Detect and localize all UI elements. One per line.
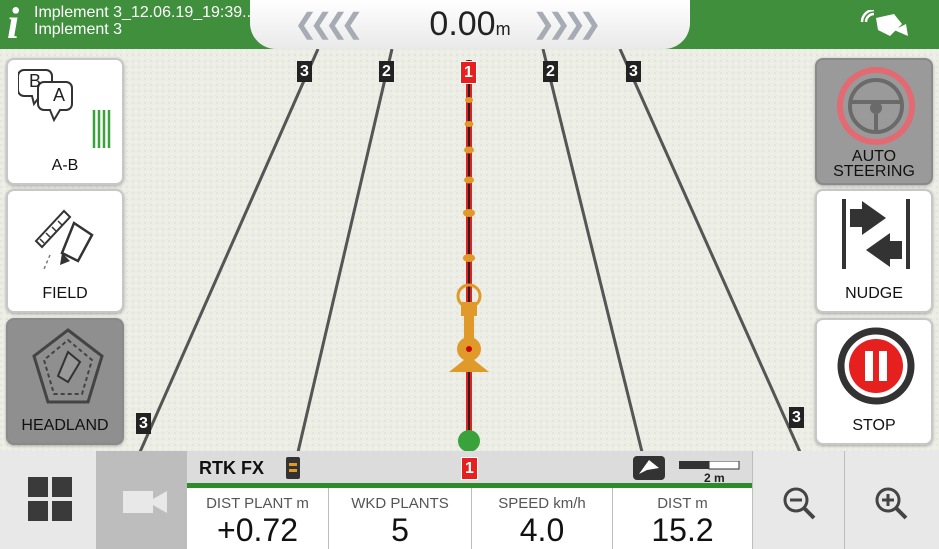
metric-value: 15.2 — [651, 512, 714, 548]
ab-label: A-B — [51, 157, 79, 174]
line-badge-center: 1 — [460, 61, 477, 84]
nudge-arrows-icon — [842, 199, 910, 269]
ab-badge-b: B — [29, 71, 42, 91]
line-badge-bottom-center: 1 — [461, 457, 478, 480]
map-orientation-icon[interactable] — [633, 456, 665, 480]
metric-header: WKD PLANTS — [351, 495, 449, 512]
implement-name: Implement 3 — [34, 21, 123, 38]
metric-header: DIST PLANT m — [206, 495, 309, 512]
receiver-icon — [286, 457, 300, 479]
gps-status-panel[interactable] — [655, 0, 939, 49]
metric-header: DIST m — [657, 495, 708, 512]
implement-panel[interactable]: i Implement 3_12.06.19_19:39... Implemen… — [0, 0, 283, 49]
headland-label: HEADLAND — [21, 417, 109, 434]
info-icon[interactable]: i — [7, 2, 19, 46]
pause-icon — [837, 327, 915, 405]
implement-title: Implement 3_12.06.19_19:39... — [34, 4, 256, 21]
stop-button[interactable]: STOP — [815, 318, 933, 445]
headland-button[interactable]: HEADLAND — [6, 318, 124, 445]
zoom-in-button[interactable] — [845, 451, 939, 549]
gps-signal-icon — [860, 10, 908, 36]
line-badge-bottom-left: 3 — [136, 413, 151, 434]
line-badge-near-left: 2 — [379, 61, 394, 82]
top-bar: i Implement 3_12.06.19_19:39... Implemen… — [0, 0, 939, 49]
metric-dist[interactable]: DIST m 15.2 — [613, 488, 752, 549]
menu-button[interactable] — [0, 451, 97, 549]
camera-button[interactable] — [97, 451, 187, 549]
line-badge-far-right: 3 — [626, 61, 641, 82]
metric-header: SPEED km/h — [498, 495, 586, 512]
auto-steering-button[interactable]: AUTO STEERING — [815, 58, 933, 185]
field-button[interactable]: FIELD — [6, 189, 124, 313]
zoom-in-icon — [875, 487, 908, 520]
metric-speed[interactable]: SPEED km/h 4.0 — [472, 488, 613, 549]
ab-line-button[interactable]: B A A-B — [6, 58, 124, 185]
zoom-out-icon — [783, 487, 816, 520]
field-label: FIELD — [42, 285, 88, 302]
stop-label: STOP — [852, 417, 896, 434]
metrics-panel: DIST PLANT m +0.72 WKD PLANTS 5 SPEED km… — [187, 488, 752, 549]
zoom-out-button[interactable] — [752, 451, 845, 549]
metric-value: 4.0 — [519, 512, 565, 548]
track-start-marker — [458, 430, 480, 452]
deviation-indicator: ❮❮❮❮ ❯❯❯❯ 0.00m — [250, 0, 690, 49]
line-badge-far-left: 3 — [297, 61, 312, 82]
grid-menu-icon — [28, 477, 72, 521]
metric-wkd-plants[interactable]: WKD PLANTS 5 — [329, 488, 472, 549]
field-draw-icon — [34, 209, 94, 270]
auto-steering-label: AUTO STEERING — [833, 148, 915, 180]
status-bar: RTK FX 1 2 m — [187, 451, 752, 488]
nudge-label: NUDGE — [845, 285, 903, 302]
ab-badge-a: A — [53, 85, 66, 105]
deviation-value: 0.00 — [429, 5, 496, 43]
line-badge-bottom-right: 3 — [789, 407, 804, 428]
gps-fix-label: RTK FX — [199, 458, 264, 478]
deviation-unit: m — [495, 19, 511, 39]
line-badge-near-right: 2 — [543, 61, 558, 82]
steering-wheel-icon — [837, 67, 915, 145]
camera-icon — [123, 491, 167, 513]
headland-icon — [32, 328, 104, 404]
nudge-button[interactable]: NUDGE — [815, 189, 933, 313]
metric-value: 5 — [391, 512, 409, 548]
metric-dist-plant[interactable]: DIST PLANT m +0.72 — [187, 488, 329, 549]
metric-value: +0.72 — [217, 512, 298, 548]
